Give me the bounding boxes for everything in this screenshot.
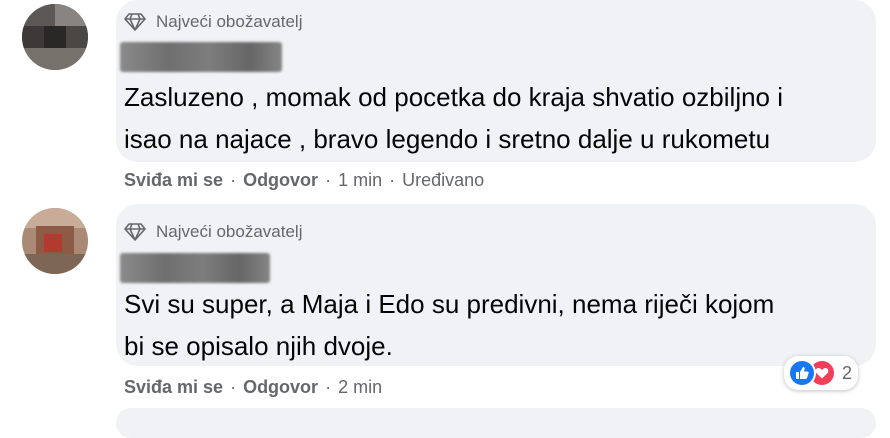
separator: · xyxy=(389,170,396,190)
badge-label: Najveći obožavatelj xyxy=(156,12,303,31)
separator: · xyxy=(230,377,237,397)
avatar[interactable] xyxy=(22,4,88,70)
separator: · xyxy=(325,377,332,397)
top-fan-badge: Najveći obožavatelj xyxy=(124,222,302,242)
reply-link[interactable]: Odgovor xyxy=(243,377,318,398)
next-comment-bubble xyxy=(116,408,876,438)
separator: · xyxy=(230,170,237,190)
reply-link[interactable]: Odgovor xyxy=(243,170,318,191)
comment-actions: Sviđa mi se · Odgovor · 1 min · Uređivan… xyxy=(124,170,484,191)
top-fan-badge: Najveći obožavatelj xyxy=(124,12,302,32)
diamond-icon xyxy=(124,12,146,32)
like-link[interactable]: Sviđa mi se xyxy=(124,170,223,191)
reaction-count: 2 xyxy=(842,362,853,383)
separator: · xyxy=(325,170,332,190)
reaction-summary[interactable]: 2 xyxy=(784,356,859,390)
diamond-icon xyxy=(124,222,146,242)
comment-text: Zasluzeno , momak od pocetka do kraja sh… xyxy=(124,82,784,154)
redacted-author-name[interactable] xyxy=(120,42,282,72)
comment-actions: Sviđa mi se · Odgovor · 2 min xyxy=(124,377,382,398)
like-link[interactable]: Sviđa mi se xyxy=(124,377,223,398)
comment-text: Svi su super, a Maja i Edo su predivni, … xyxy=(124,289,775,361)
timestamp[interactable]: 1 min xyxy=(338,170,382,191)
redacted-author-name[interactable] xyxy=(120,253,270,283)
edited-label[interactable]: Uređivano xyxy=(402,170,484,191)
badge-label: Najveći obožavatelj xyxy=(156,222,303,241)
avatar[interactable] xyxy=(22,208,88,274)
timestamp[interactable]: 2 min xyxy=(338,377,382,398)
thumbs-up-icon xyxy=(788,359,816,387)
